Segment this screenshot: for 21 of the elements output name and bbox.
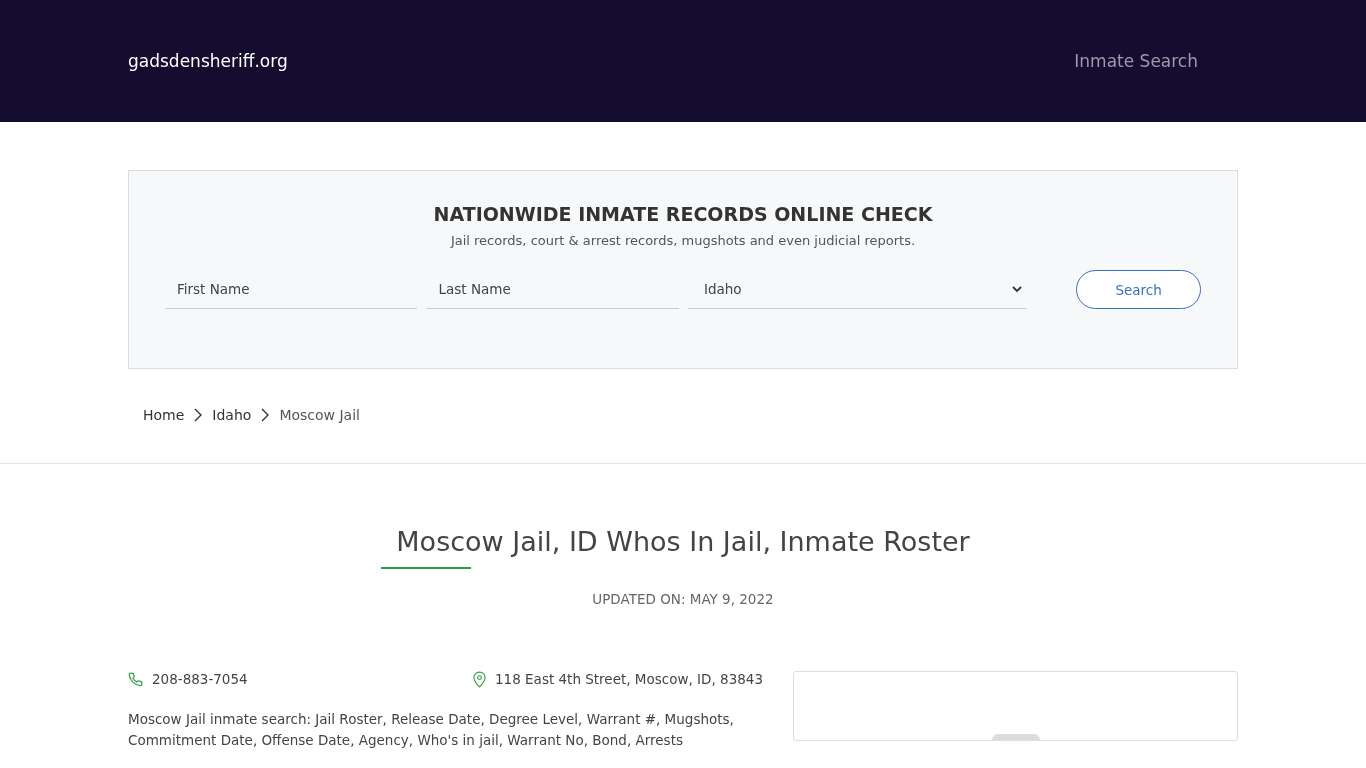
chevron-right-icon [194, 408, 203, 422]
panel-subtitle: Jail records, court & arrest records, mugshots and even judicial reports. [450, 233, 916, 248]
address: 118 East 4th Street, Moscow, ID, 83843 [495, 671, 763, 687]
breadcrumb-link[interactable]: Home [143, 407, 185, 423]
search-button[interactable]: Search [1076, 270, 1201, 309]
location-pin-icon [473, 670, 487, 688]
description-paragraph: Moscow Jail inmate search: Jail Roster, Release Date, Degree Level, Warrant #, Mugshots, Commitment Date, Offense Date, Agency, Who's in jail, Warrant No, Bond, Arrests [128, 710, 735, 750]
chevron-down-icon [1011, 285, 1024, 293]
state-select[interactable]: Idaho [687, 270, 1028, 309]
updated-date: UPDATED ON: MAY 9, 2022 [591, 591, 775, 607]
nav-link[interactable]: Inmate Search [1074, 51, 1198, 71]
chevron-right-icon [261, 408, 270, 422]
breadcrumb-link[interactable]: Moscow Jail [279, 407, 360, 423]
breadcrumb-link[interactable]: Idaho [212, 407, 252, 423]
first-name-field[interactable]: First Name [165, 270, 418, 309]
site-logo[interactable]: gadsdensheriff.org [128, 51, 288, 71]
last-name-field[interactable]: Last Name [426, 270, 679, 309]
phone-number: 208-883-7054 [152, 671, 248, 687]
page-title: Moscow Jail, ID Whos In Jail, Inmate Roster [395, 526, 971, 557]
phone-icon [128, 671, 143, 687]
panel-title: NATIONWIDE INMATE RECORDS ONLINE CHECK [433, 203, 933, 225]
